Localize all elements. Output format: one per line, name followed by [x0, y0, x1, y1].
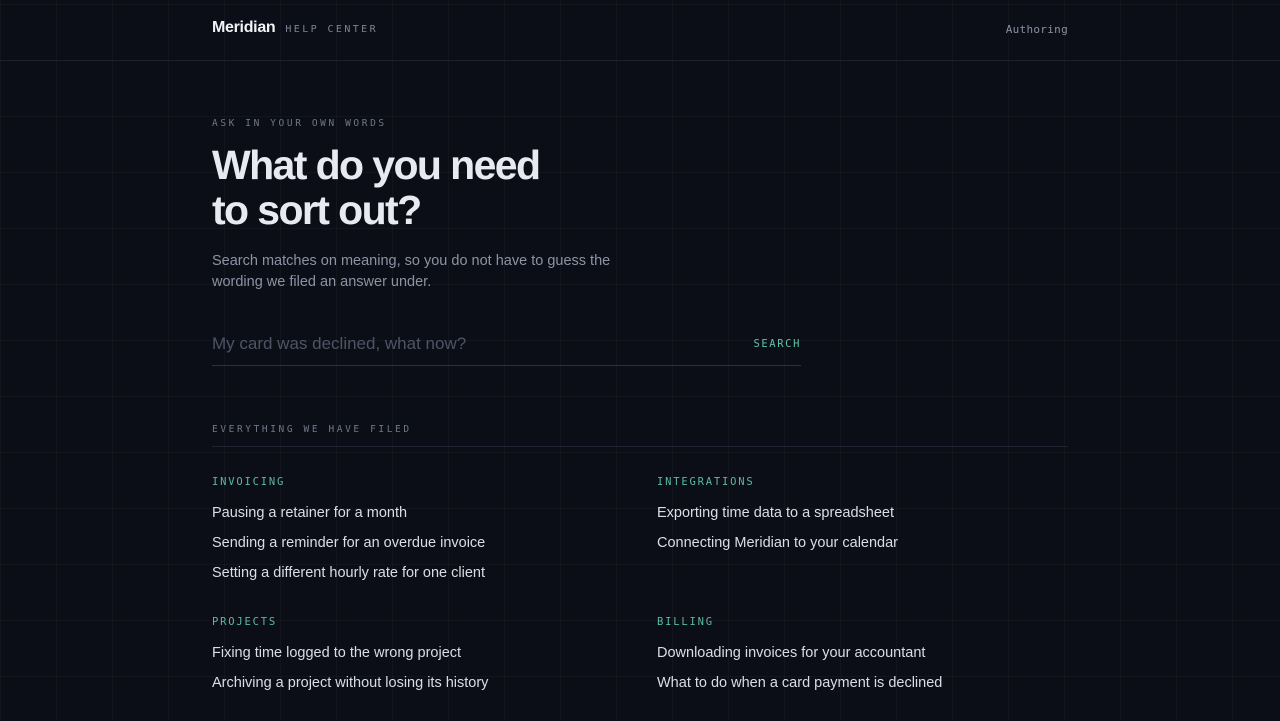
article-link[interactable]: What to do when a card payment is declin… — [657, 668, 1057, 698]
hero-description: Search matches on meaning, so you do not… — [212, 253, 611, 290]
article-list: Exporting time data to a spreadsheet Con… — [657, 498, 1057, 558]
top-bar: Meridian HELP CENTER Authoring — [0, 0, 1280, 61]
page-title: What do you need to sort out? — [212, 143, 672, 233]
category-title: PROJECTS — [212, 616, 277, 628]
category-title: BILLING — [657, 616, 714, 628]
brand-subtitle: HELP CENTER — [285, 24, 379, 35]
article-list: Pausing a retainer for a month Sending a… — [212, 498, 612, 588]
brand-logo-text: Meridian — [212, 19, 276, 36]
article-list: Downloading invoices for your accountant… — [657, 638, 1057, 698]
article-link[interactable]: Connecting Meridian to your calendar — [657, 528, 1057, 558]
category-billing: BILLING Downloading invoices for your ac… — [657, 616, 1057, 698]
page-title-line-2: to sort out? — [212, 187, 422, 233]
hero-eyebrow: ASK IN YOUR OWN WORDS — [212, 118, 387, 129]
category-title: INTEGRATIONS — [657, 476, 755, 488]
article-link[interactable]: Setting a different hourly rate for one … — [212, 558, 612, 588]
article-link[interactable]: Archiving a project without losing its h… — [212, 668, 612, 698]
category-invoicing: INVOICING Pausing a retainer for a month… — [212, 476, 612, 588]
filed-section-label: EVERYTHING WE HAVE FILED — [212, 424, 412, 435]
category-title: INVOICING — [212, 476, 286, 488]
search-button[interactable]: SEARCH — [753, 326, 801, 362]
article-link[interactable]: Pausing a retainer for a month — [212, 498, 612, 528]
brand[interactable]: Meridian HELP CENTER — [212, 19, 378, 37]
article-link[interactable]: Fixing time logged to the wrong project — [212, 638, 612, 668]
article-list: Fixing time logged to the wrong project … — [212, 638, 612, 698]
category-projects: PROJECTS Fixing time logged to the wrong… — [212, 616, 612, 698]
page-title-line-1: What do you need — [212, 142, 541, 188]
article-link[interactable]: Sending a reminder for an overdue invoic… — [212, 528, 612, 558]
article-link[interactable]: Exporting time data to a spreadsheet — [657, 498, 1057, 528]
section-divider — [212, 446, 1068, 447]
nav-link-authoring[interactable]: Authoring — [1006, 23, 1068, 36]
search-input[interactable] — [212, 325, 754, 362]
category-integrations: INTEGRATIONS Exporting time data to a sp… — [657, 476, 1057, 558]
search-form: SEARCH — [212, 322, 801, 366]
article-link[interactable]: Downloading invoices for your accountant — [657, 638, 1057, 668]
